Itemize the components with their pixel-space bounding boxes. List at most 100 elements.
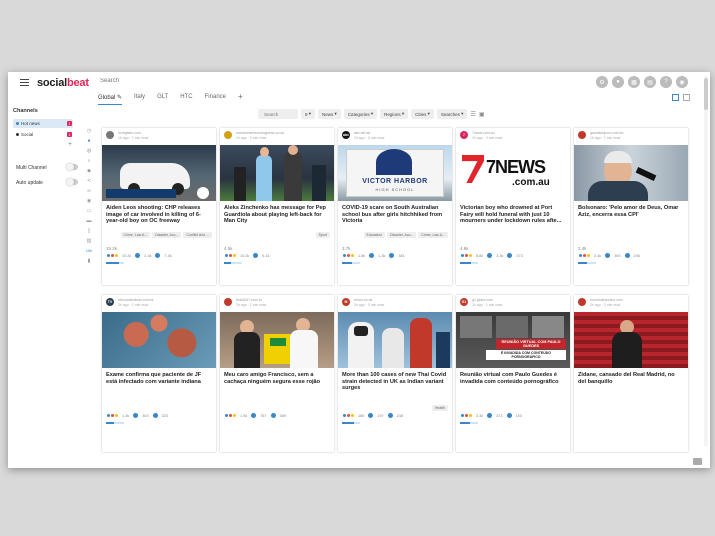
tab-italy[interactable]: Italy [134,93,145,105]
news-card[interactable]: abc abc.net.au 1h ago · 3 min read VICTO… [338,128,452,285]
bell-icon[interactable]: ● [612,76,624,88]
news-card[interactable]: brasil247.com.br 2h ago · 2 min read Meu… [220,295,334,452]
filter-count[interactable]: 9 ▾ [301,109,316,119]
search-icon[interactable]: ⌕ [86,158,92,164]
share-count-icon [389,253,395,258]
news-card[interactable]: M mirror.co.uk 2h ago · 3 min read More … [338,295,452,452]
layers-icon[interactable]: ▬ [86,218,92,224]
tab-glt[interactable]: GLT [157,93,168,105]
apps-icon[interactable]: ▦ [628,76,640,88]
tab-global[interactable]: Global ✎ [98,93,123,105]
card-time: 1h ago · 2 min read [236,136,267,140]
scrollbar[interactable] [704,76,708,446]
tag-icon[interactable]: ◆ [86,168,92,174]
source-logo [106,131,114,139]
list-view-icon[interactable] [683,94,690,101]
source-logo: abc [342,131,350,139]
card-title[interactable]: Victorian boy who drowned at Port Fairy … [460,205,566,225]
card-title[interactable]: Exame confirma que paciente de JF está i… [106,372,212,385]
tag[interactable]: Disaster, Acc... [152,232,182,238]
comment-icon [487,413,493,418]
sidebar-item-hot-news[interactable]: Hot news 1 [13,119,73,128]
tag[interactable]: Education [363,232,386,238]
tab-finance[interactable]: Finance [205,93,226,105]
engagement-bar [460,262,478,264]
engagement-bar [460,422,478,424]
filter-search-input[interactable] [258,109,298,119]
scrollbar-thumb[interactable] [704,78,708,110]
add-channel-button[interactable]: + [68,141,72,148]
share-icon[interactable]: ≺ [86,178,92,184]
card-time: 2h ago · 1 min read [118,303,149,307]
reactions-icon [106,253,119,258]
tag[interactable]: Disaster, Acc... [387,232,417,238]
grid-icon[interactable]: ▤ [644,76,656,88]
globe-icon[interactable]: ◍ [86,148,92,154]
filter-categories[interactable]: Categories ▾ [343,109,378,119]
card-time: 2h ago · 2 min read [590,303,621,307]
gear-icon[interactable]: ⚙ [596,76,608,88]
comment-icon [133,413,139,418]
card-title[interactable]: More than 100 cases of new Thai Covid st… [342,372,448,392]
tool-icons: ◷ ● ◍ ⌕ ◆ ≺ ∞ ◉ ▭ ▬ ▯ ▥ 10k ▮ [86,128,94,264]
tag[interactable]: Health [431,405,448,411]
card-title[interactable]: Meu caro amigo Francisco, sem a cachaça … [224,372,330,385]
resize-icon[interactable] [693,458,702,465]
source-name: gazetadopovo.com.br [590,131,624,135]
news-card[interactable]: mundodeportivo.com 2h ago · 2 min read Z… [574,295,688,452]
source-name: mundodeportivo.com [590,298,623,302]
file-icon[interactable]: ▯ [86,228,92,234]
card-title[interactable]: Aiden Leos shooting: CHP releases image … [106,205,212,225]
sort-icon[interactable]: ☰ [470,111,475,118]
filter-news[interactable]: News ▾ [318,109,341,119]
link-icon[interactable]: ∞ [86,188,92,194]
tag[interactable]: Crime, Law A... [120,232,151,238]
news-card[interactable]: manchestereveningnews.co.uk 1h ago · 2 m… [220,128,334,285]
card-title[interactable]: Aleks Zinchenko has message for Pep Guar… [224,205,330,225]
clock-icon[interactable]: ◷ [86,128,92,134]
filter-searches[interactable]: Searches ▾ [436,109,468,119]
calendar-icon[interactable]: ▣ [479,111,485,118]
grid-view-icon[interactable] [672,94,679,101]
image-icon[interactable]: ▭ [86,208,92,214]
filter-cities[interactable]: Cities ▾ [411,109,434,119]
tag[interactable]: Crime, Law A... [418,232,448,238]
tag[interactable]: Sport [315,232,330,238]
multi-channel-toggle[interactable] [66,163,78,171]
share-count-icon [624,253,630,258]
reactions-icon [342,413,355,418]
card-title[interactable]: Reunião virtual com Paulo Guedes é invad… [460,372,566,385]
comment-icon [368,413,374,418]
eye-icon[interactable]: ◉ [86,198,92,204]
card-time: 1h ago · 2 min read [472,136,503,140]
user-icon[interactable]: ◉ [676,76,688,88]
news-card[interactable]: TV tribunademinas.com.br 2h ago · 1 min … [102,295,216,452]
engagement-bar [106,422,124,424]
help-icon[interactable]: ? [660,76,672,88]
card-stats: 10.2k 2.3k 7.3k [106,253,172,258]
news-card[interactable]: gazetadopovo.com.br 1h ago · 1 min read … [574,128,688,285]
source-name: abc.net.au [354,131,371,135]
card-title[interactable]: COVID-19 scare on South Australian schoo… [342,205,448,225]
filter-regions[interactable]: Regions ▾ [380,109,409,119]
news-card[interactable]: G1 g1.globo.com 2h ago · 1 min read REUN… [456,295,570,452]
card-title[interactable]: Zidane, cansado del Real Madrid, no del … [578,372,684,385]
tab-htc[interactable]: HTC [180,93,192,105]
menu-icon[interactable] [20,79,29,86]
image-text: É INVADIDA COM CONTEÚDO PORNOGRÁFICO [486,350,566,360]
auto-update-toggle[interactable] [66,178,78,186]
card-title[interactable]: Bolsonaro: 'Pelo amor de Deus, Omar Aziz… [578,205,684,218]
edit-icon[interactable]: ✎ [117,95,122,101]
tag[interactable]: Conflict And ... [183,232,212,238]
drop-icon[interactable]: ● [86,138,92,144]
add-tab-button[interactable]: + [238,91,243,105]
sidebar-item-social[interactable]: Social 1 [13,130,73,139]
news-card[interactable]: ocregister.com 1h ago · 1 min read Aiden… [102,128,216,285]
search-input[interactable] [100,78,220,84]
news-card[interactable]: 7 7news.com.au 1h ago · 2 min read 7NEWS… [456,128,570,285]
phone-icon[interactable]: ▮ [86,258,92,264]
card-time: 2h ago · 3 min read [354,303,385,307]
card-stats: 3.3k 373 153 [460,413,522,418]
logo[interactable]: socialbeat [37,77,89,89]
chart-icon[interactable]: ▥ [86,238,92,244]
